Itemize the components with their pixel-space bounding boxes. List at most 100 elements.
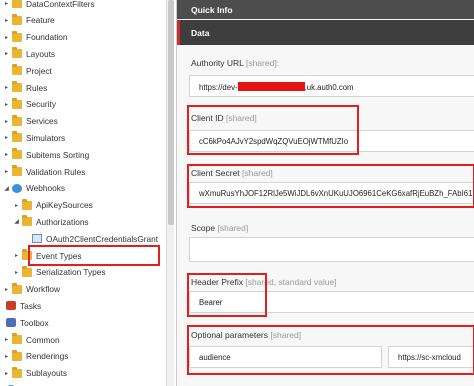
tree-item-serialization-types[interactable]: ▸ Serialization Types — [13, 264, 106, 281]
tree-item-webhooks[interactable]: Webhooks — [4, 381, 59, 386]
scrollbar-thumb[interactable] — [168, 0, 174, 225]
tree-item-label: Validation Rules — [26, 166, 86, 177]
folder-icon — [12, 165, 22, 176]
tree-item-label: ApiKeySources — [36, 200, 93, 211]
authority-url-field[interactable]: https://dev- .uk.auth0.com — [189, 75, 474, 97]
tree-item-label: Serialization Types — [36, 267, 106, 278]
tree-item-feature[interactable]: ▸ Feature — [3, 12, 55, 29]
expand-arrow-icon[interactable]: ▸ — [3, 50, 10, 57]
folder-icon — [12, 349, 22, 361]
expand-arrow-icon[interactable]: ▸ — [3, 151, 10, 158]
folder-icon — [22, 265, 32, 277]
tree-item-toolbox[interactable]: Toolbox — [4, 314, 49, 331]
tree-item-simulators[interactable]: ▸ Simulators — [3, 129, 65, 146]
folder-icon — [12, 131, 22, 143]
expand-arrow-icon[interactable]: ▸ — [13, 202, 20, 209]
folder-icon — [12, 0, 22, 8]
expand-arrow-icon[interactable]: ▸ — [13, 269, 20, 276]
folder-icon — [12, 114, 22, 126]
quick-info-header[interactable]: Quick Info — [177, 0, 474, 19]
expand-arrow-icon[interactable]: ▸ — [3, 134, 10, 141]
folder-icon — [22, 215, 32, 227]
globe-icon — [12, 183, 22, 193]
tree-item-label: Layouts — [26, 48, 56, 59]
content-editor: Quick Info Data Authority URL [shared]: … — [176, 0, 474, 386]
folder-icon — [12, 81, 22, 92]
expand-arrow-icon[interactable]: ▸ — [3, 353, 10, 360]
tree-item-validation-rules[interactable]: ▸ Validation Rules — [3, 163, 85, 180]
tree-item-datacontextfilters[interactable]: ▸ DataContextFilters — [3, 0, 95, 12]
tree-item-apikeysources[interactable]: ▸ ApiKeySources — [13, 197, 93, 214]
expand-arrow-icon[interactable]: ▸ — [3, 101, 10, 108]
tree-item-label: Toolbox — [20, 317, 49, 328]
expand-arrow-icon[interactable]: ▸ — [3, 84, 10, 91]
collapse-arrow-icon[interactable]: ◢ — [3, 185, 10, 192]
expand-arrow-icon[interactable]: ▸ — [3, 336, 10, 343]
tree-item-label: DataContextFilters — [26, 0, 95, 9]
folder-icon — [12, 64, 22, 76]
tree-item-label: Webhooks — [26, 183, 66, 194]
tree-item-layouts[interactable]: ▸ Layouts — [3, 45, 55, 62]
tree-item-security[interactable]: ▸ Security — [3, 96, 56, 113]
tree-item-label: Common — [26, 334, 60, 345]
selected-item-highlight — [28, 245, 160, 266]
tree-item-label: Security — [26, 99, 56, 110]
folder-icon — [12, 47, 22, 59]
expand-arrow-icon[interactable]: ▸ — [13, 252, 20, 259]
tree-item-project[interactable]: Project — [3, 62, 52, 79]
folder-icon — [12, 282, 22, 294]
folder-icon — [12, 333, 22, 344]
tree-item-renderings[interactable]: ▸ Renderings — [3, 348, 68, 365]
tree-item-subitems-sorting[interactable]: ▸ Subitems Sorting — [3, 146, 89, 163]
tree-item-foundation[interactable]: ▸ Foundation — [3, 29, 68, 46]
expand-arrow-icon[interactable]: ▸ — [3, 286, 10, 293]
tree-item-common[interactable]: ▸ Common — [3, 331, 60, 348]
tree-item-label: Renderings — [26, 351, 69, 362]
tree-item-webhooks[interactable]: ◢ Webhooks — [3, 180, 65, 197]
header-prefix-highlight — [187, 273, 267, 317]
redaction-mark — [237, 82, 305, 91]
tree-item-label: Subitems Sorting — [26, 149, 90, 160]
tree-item-label: Simulators — [26, 132, 66, 143]
tree-item-tasks[interactable]: Tasks — [4, 297, 41, 314]
scope-label: Scope [shared] — [191, 223, 249, 233]
tree-item-label: Sublayouts — [26, 368, 68, 379]
data-section-header[interactable]: Data — [177, 20, 474, 45]
tree-item-label: Authorizations — [36, 216, 89, 227]
folder-icon — [12, 30, 22, 42]
tree-item-sublayouts[interactable]: ▸ Sublayouts — [3, 365, 67, 382]
tree-item-workflow[interactable]: ▸ Workflow — [3, 281, 60, 298]
tree-item-label: Tasks — [20, 300, 42, 311]
tree-item-services[interactable]: ▸ Services — [3, 113, 58, 130]
folder-icon — [12, 13, 22, 25]
shared-meta: [shared] — [217, 223, 249, 233]
folder-icon — [12, 148, 22, 160]
expand-arrow-icon[interactable]: ▸ — [3, 370, 10, 377]
expand-arrow-icon[interactable]: ▸ — [3, 118, 10, 125]
expand-arrow-icon[interactable]: ▸ — [3, 34, 10, 41]
tree-item-label: Workflow — [26, 284, 60, 295]
expand-arrow-icon — [23, 235, 30, 242]
tree-item-label: Foundation — [26, 32, 68, 43]
folder-icon — [22, 198, 32, 210]
expand-arrow-icon[interactable]: ▸ — [3, 0, 10, 7]
quick-info-title: Quick Info — [191, 5, 233, 15]
expand-arrow-icon — [3, 67, 10, 74]
data-section-title: Data — [191, 28, 210, 38]
content-tree: ▸ DataContextFilters ▸ Feature ▸ Foundation ▸ L… — [0, 0, 166, 386]
tree-item-label: Project — [26, 65, 52, 76]
tree-item-label: OAuth2ClientCredentialsGrant — [46, 233, 159, 244]
tasks-icon — [6, 301, 16, 311]
tree-item-authorizations[interactable]: ◢ Authorizations — [13, 213, 89, 230]
tree-scrollbar[interactable] — [166, 0, 174, 386]
scope-field[interactable] — [189, 237, 474, 262]
optional-parameters-highlight — [187, 325, 474, 375]
expand-arrow-icon[interactable]: ▸ — [3, 17, 10, 24]
toolbox-icon — [6, 318, 16, 328]
client-secret-highlight — [187, 164, 474, 208]
collapse-arrow-icon[interactable]: ◢ — [13, 218, 20, 225]
shared-meta: [shared]: — [245, 58, 280, 68]
document-icon — [32, 234, 42, 244]
expand-arrow-icon[interactable]: ▸ — [3, 168, 10, 175]
tree-item-rules[interactable]: ▸ Rules — [3, 79, 47, 96]
